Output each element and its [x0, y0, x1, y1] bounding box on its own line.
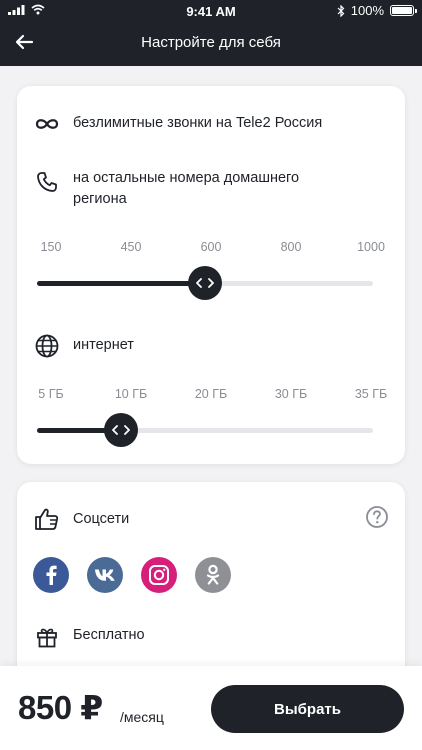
social-title-row: Соцсети — [33, 505, 129, 533]
minutes-slider-fill — [37, 281, 205, 286]
minutes-tick: 450 — [120, 240, 142, 254]
internet-tick: 5 ГБ — [38, 387, 64, 401]
facebook-icon — [46, 565, 57, 585]
chevrons-horizontal-icon — [112, 425, 130, 435]
minutes-tick: 600 — [200, 240, 222, 254]
other-calls-row: на остальные номера домашнего региона — [33, 168, 323, 210]
unlimited-calls-row: безлимитные звонки на Tele2 Россия — [33, 110, 322, 138]
internet-ticks: 5 ГБ 10 ГБ 20 ГБ 30 ГБ 35 ГБ — [33, 387, 389, 403]
bluetooth-icon — [337, 4, 345, 17]
internet-slider-handle[interactable] — [104, 413, 138, 447]
minutes-tick: 150 — [40, 240, 62, 254]
odnoklassniki-button[interactable] — [195, 557, 231, 593]
gift-icon — [33, 623, 61, 651]
battery-percent: 100% — [350, 3, 384, 18]
globe-icon — [33, 332, 61, 360]
internet-tick: 30 ГБ — [274, 387, 308, 401]
bottom-bar: 850 ₽ /месяц Выбрать — [0, 666, 422, 750]
internet-label: интернет — [73, 337, 134, 353]
price: 850 ₽ — [18, 689, 103, 726]
status-right: 100% — [337, 3, 417, 18]
instagram-button[interactable] — [141, 557, 177, 593]
internet-row: интернет — [33, 332, 134, 360]
instagram-icon — [149, 565, 169, 585]
minutes-ticks: 150 450 600 800 1000 — [33, 240, 389, 256]
unlimited-calls-label: безлимитные звонки на Tele2 Россия — [73, 115, 323, 131]
odnoklassniki-icon — [206, 564, 220, 585]
minutes-slider-handle[interactable] — [188, 266, 222, 300]
app-header: 9:41 AM 100% Настройте для себя — [0, 0, 422, 66]
internet-slider[interactable] — [37, 413, 373, 447]
social-networks-list — [33, 557, 231, 593]
price-period: /месяц — [120, 709, 164, 725]
vk-button[interactable] — [87, 557, 123, 593]
other-calls-label: на остальные номера домашнего региона — [73, 170, 300, 207]
facebook-button[interactable] — [33, 557, 69, 593]
minutes-slider[interactable] — [37, 266, 373, 300]
tariff-settings-card: безлимитные звонки на Tele2 Россия на ос… — [17, 86, 405, 464]
internet-tick: 20 ГБ — [194, 387, 228, 401]
page-title: Настройте для себя — [141, 34, 281, 51]
chevrons-horizontal-icon — [196, 278, 214, 288]
phone-icon — [33, 168, 61, 196]
free-row: Бесплатно — [33, 623, 145, 651]
free-label: Бесплатно — [73, 627, 145, 643]
help-icon[interactable] — [365, 505, 389, 529]
minutes-tick: 1000 — [357, 240, 385, 254]
social-networks-card: Соцсети Бесплатно — [17, 482, 405, 682]
thumbs-up-icon — [33, 505, 61, 533]
vk-icon — [95, 569, 115, 581]
internet-tick: 10 ГБ — [114, 387, 148, 401]
infinity-icon — [33, 110, 61, 138]
battery-icon — [390, 5, 417, 16]
internet-tick: 35 ГБ — [354, 387, 388, 401]
status-bar: 9:41 AM 100% — [0, 0, 422, 22]
social-title: Соцсети — [73, 511, 130, 527]
select-button[interactable]: Выбрать — [211, 685, 404, 733]
minutes-tick: 800 — [280, 240, 302, 254]
